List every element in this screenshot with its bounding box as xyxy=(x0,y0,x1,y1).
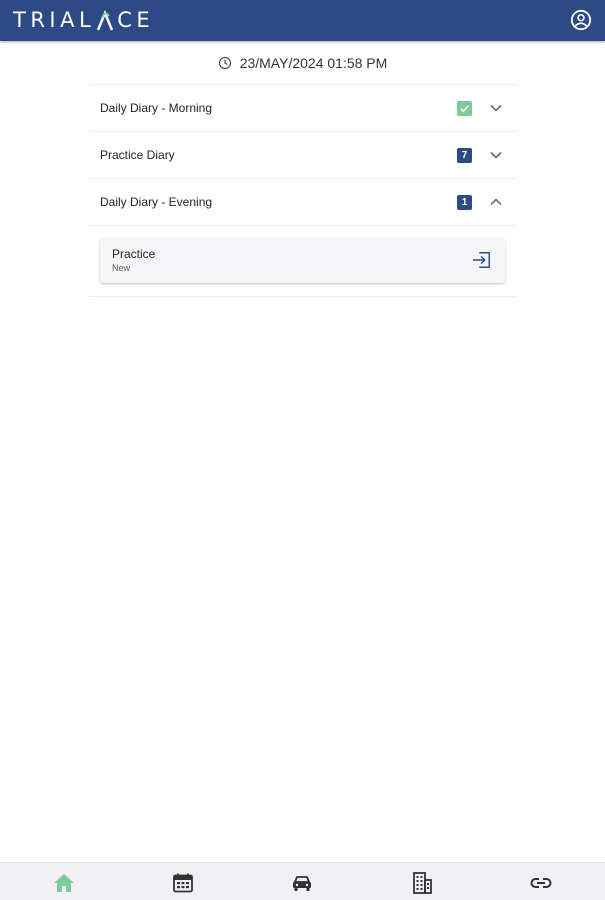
diary-evening-expanded-panel: Practice New xyxy=(89,225,517,297)
diary-label: Practice Diary xyxy=(100,148,175,162)
diary-row-evening[interactable]: Daily Diary - Evening 1 xyxy=(89,178,517,225)
account-circle-icon[interactable] xyxy=(570,9,592,31)
nav-link[interactable] xyxy=(529,872,553,894)
brand-logo-a-mark-icon xyxy=(97,9,114,31)
diary-row-morning[interactable]: Daily Diary - Morning xyxy=(89,84,517,131)
completed-check-badge xyxy=(457,100,472,116)
pending-count-badge: 7 xyxy=(457,147,472,163)
datetime-text: 23/MAY/2024 01:58 PM xyxy=(239,55,388,71)
check-icon xyxy=(460,104,469,112)
diary-label: Daily Diary - Evening xyxy=(100,195,213,209)
brand-logo: TRIAL CE xyxy=(13,8,154,32)
entry-status: New xyxy=(112,263,131,273)
nav-home[interactable] xyxy=(52,872,76,894)
diary-row-practice[interactable]: Practice Diary 7 xyxy=(89,131,517,178)
chevron-up-icon[interactable] xyxy=(489,195,503,209)
app-root: TRIAL CE 23/MAY/2024 01:58 PM Daily Diar… xyxy=(0,0,605,900)
building-icon xyxy=(413,872,432,894)
car-icon xyxy=(293,876,311,891)
pending-count-badge: 1 xyxy=(457,194,472,210)
nav-building[interactable] xyxy=(410,872,434,894)
enter-icon[interactable] xyxy=(471,250,493,270)
top-app-bar: TRIAL CE xyxy=(0,0,605,41)
practice-entry-card[interactable]: Practice New xyxy=(100,238,505,283)
link-icon xyxy=(530,878,552,888)
current-datetime: 23/MAY/2024 01:58 PM xyxy=(0,52,605,74)
diary-label: Daily Diary - Morning xyxy=(100,101,213,115)
home-icon xyxy=(54,874,74,892)
entry-title: Practice xyxy=(112,247,156,261)
diary-list: Daily Diary - Morning Practice Diary 7 D… xyxy=(89,84,517,297)
brand-logo-text-right: CE xyxy=(117,8,155,32)
clock-icon xyxy=(218,56,231,70)
nav-car[interactable] xyxy=(290,872,314,894)
calendar-icon xyxy=(173,873,193,893)
bottom-navigation-bar xyxy=(0,862,605,900)
brand-logo-text-left: TRIAL xyxy=(13,8,96,32)
chevron-down-icon[interactable] xyxy=(489,148,503,162)
chevron-down-icon[interactable] xyxy=(489,101,503,115)
nav-calendar[interactable] xyxy=(171,872,195,894)
